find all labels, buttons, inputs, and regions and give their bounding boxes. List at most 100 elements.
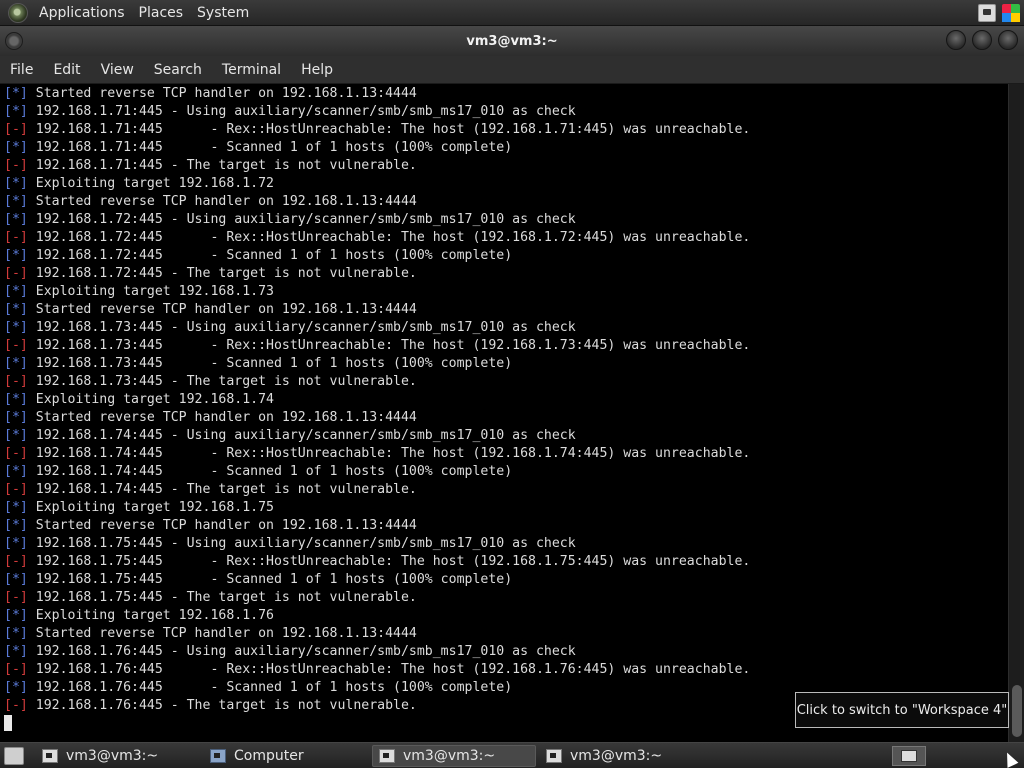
terminal-line-text: 192.168.1.75:445 - Rex::HostUnreachable:… [27, 554, 751, 569]
terminal-line: [*] 192.168.1.74:445 - Using auxiliary/s… [4, 427, 1008, 445]
terminal-line: [*] 192.168.1.73:445 - Scanned 1 of 1 ho… [4, 355, 1008, 373]
taskbar-button[interactable]: vm3@vm3:~ [36, 745, 200, 767]
terminal-line: [-] 192.168.1.72:445 - Rex::HostUnreacha… [4, 229, 1008, 247]
terminal-line-text: Started reverse TCP handler on 192.168.1… [27, 302, 417, 317]
applications-menu[interactable]: Applications [32, 0, 132, 26]
terminal-line: [-] 192.168.1.71:445 - Rex::HostUnreacha… [4, 121, 1008, 139]
window-controls [946, 30, 1018, 50]
terminal-line-text: Exploiting target 192.168.1.75 [27, 500, 274, 515]
terminal-line: [*] Exploiting target 192.168.1.75 [4, 499, 1008, 517]
menu-file[interactable]: File [0, 56, 43, 84]
terminal-line-text: Exploiting target 192.168.1.73 [27, 284, 274, 299]
distro-logo-icon[interactable] [8, 2, 28, 23]
terminal-output[interactable]: [*] Started reverse TCP handler on 192.1… [0, 84, 1008, 742]
window-titlebar[interactable]: vm3@vm3:~ [0, 26, 1024, 56]
info-marker: [*] [4, 428, 28, 443]
error-marker: [-] [4, 266, 28, 281]
taskbar-button-label: vm3@vm3:~ [403, 747, 496, 764]
info-marker: [*] [4, 176, 28, 191]
error-marker: [-] [4, 122, 28, 137]
terminal-line-text: 192.168.1.74:445 - Using auxiliary/scann… [27, 428, 576, 443]
error-marker: [-] [4, 698, 28, 713]
menu-edit[interactable]: Edit [43, 56, 90, 84]
terminal-line-text: 192.168.1.72:445 - Scanned 1 of 1 hosts … [27, 248, 513, 263]
terminal-line: [-] 192.168.1.75:445 - Rex::HostUnreacha… [4, 553, 1008, 571]
terminal-line-text: 192.168.1.76:445 - Scanned 1 of 1 hosts … [27, 680, 513, 695]
taskbar-button-label: vm3@vm3:~ [570, 747, 663, 764]
terminal-lines: [*] Started reverse TCP handler on 192.1… [4, 85, 1008, 715]
maximize-button[interactable] [972, 30, 992, 50]
terminal-line-text: 192.168.1.74:445 - Rex::HostUnreachable:… [27, 446, 751, 461]
window-menu-icon[interactable] [5, 32, 23, 50]
terminal-icon [42, 748, 58, 763]
terminal-line-text: Exploiting target 192.168.1.76 [27, 608, 274, 623]
info-marker: [*] [4, 86, 28, 101]
terminal-line: [*] Started reverse TCP handler on 192.1… [4, 301, 1008, 319]
bottom-panel: vm3@vm3:~ Computer vm3@vm3:~ vm3@vm3:~ [0, 742, 1024, 768]
terminal-line: [-] 192.168.1.71:445 - The target is not… [4, 157, 1008, 175]
error-marker: [-] [4, 590, 28, 605]
menu-terminal[interactable]: Terminal [212, 56, 291, 84]
system-menu[interactable]: System [190, 0, 256, 26]
workspace-switcher[interactable] [892, 746, 926, 766]
terminal-line: [*] 192.168.1.75:445 - Scanned 1 of 1 ho… [4, 571, 1008, 589]
terminal-line-text: 192.168.1.72:445 - Using auxiliary/scann… [27, 212, 576, 227]
terminal-line: [*] 192.168.1.73:445 - Using auxiliary/s… [4, 319, 1008, 337]
network-icon[interactable] [978, 4, 996, 22]
terminal-line: [*] Exploiting target 192.168.1.72 [4, 175, 1008, 193]
terminal-line-text: Started reverse TCP handler on 192.168.1… [27, 86, 417, 101]
terminal-line-text: 192.168.1.73:445 - Using auxiliary/scann… [27, 320, 576, 335]
minimize-button[interactable] [946, 30, 966, 50]
terminal-line: [*] 192.168.1.71:445 - Using auxiliary/s… [4, 103, 1008, 121]
terminal-line: [*] Started reverse TCP handler on 192.1… [4, 85, 1008, 103]
windows-flag-icon[interactable] [1002, 4, 1020, 22]
terminal-line-text: 192.168.1.76:445 - The target is not vul… [27, 698, 417, 713]
terminal-line: [*] Started reverse TCP handler on 192.1… [4, 193, 1008, 211]
taskbar-button-label: vm3@vm3:~ [66, 747, 159, 764]
error-marker: [-] [4, 482, 28, 497]
menu-view[interactable]: View [91, 56, 144, 84]
terminal-line-text: 192.168.1.74:445 - The target is not vul… [27, 482, 417, 497]
terminal-line: [-] 192.168.1.74:445 - The target is not… [4, 481, 1008, 499]
terminal-line-text: 192.168.1.71:445 - Scanned 1 of 1 hosts … [27, 140, 513, 155]
error-marker: [-] [4, 662, 28, 677]
terminal-line: [-] 192.168.1.75:445 - The target is not… [4, 589, 1008, 607]
info-marker: [*] [4, 104, 28, 119]
menu-help[interactable]: Help [291, 56, 343, 84]
terminal-line: [*] Exploiting target 192.168.1.76 [4, 607, 1008, 625]
terminal-line: [*] Started reverse TCP handler on 192.1… [4, 625, 1008, 643]
computer-icon [210, 748, 226, 763]
info-marker: [*] [4, 608, 28, 623]
info-marker: [*] [4, 392, 28, 407]
terminal-icon [379, 748, 395, 763]
terminal-scrollbar[interactable] [1008, 84, 1024, 742]
terminal-line-text: 192.168.1.72:445 - Rex::HostUnreachable:… [27, 230, 751, 245]
menu-search[interactable]: Search [144, 56, 212, 84]
terminal-line: [*] 192.168.1.72:445 - Using auxiliary/s… [4, 211, 1008, 229]
terminal-line-text: 192.168.1.73:445 - Rex::HostUnreachable:… [27, 338, 751, 353]
tooltip-text: Click to switch to "Workspace 4" [796, 702, 1008, 718]
info-marker: [*] [4, 302, 28, 317]
terminal-line-text: 192.168.1.75:445 - Scanned 1 of 1 hosts … [27, 572, 513, 587]
terminal-line: [-] 192.168.1.73:445 - Rex::HostUnreacha… [4, 337, 1008, 355]
taskbar-button[interactable]: vm3@vm3:~ [540, 745, 704, 767]
error-marker: [-] [4, 338, 28, 353]
info-marker: [*] [4, 518, 28, 533]
taskbar-button[interactable]: vm3@vm3:~ [372, 744, 536, 767]
workspace-icon[interactable] [901, 750, 917, 762]
terminal-line: [*] 192.168.1.71:445 - Scanned 1 of 1 ho… [4, 139, 1008, 157]
info-marker: [*] [4, 680, 28, 695]
error-marker: [-] [4, 554, 28, 569]
terminal-line-text: 192.168.1.71:445 - The target is not vul… [27, 158, 417, 173]
terminal-icon [546, 748, 562, 763]
terminal-line-text: Started reverse TCP handler on 192.168.1… [27, 194, 417, 209]
terminal-line: [-] 192.168.1.73:445 - The target is not… [4, 373, 1008, 391]
info-marker: [*] [4, 626, 28, 641]
close-button[interactable] [998, 30, 1018, 50]
taskbar-button[interactable]: Computer [204, 745, 368, 767]
scrollbar-thumb[interactable] [1012, 685, 1022, 737]
terminal-line: [*] 192.168.1.76:445 - Using auxiliary/s… [4, 643, 1008, 661]
show-desktop-icon[interactable] [4, 746, 24, 765]
info-marker: [*] [4, 248, 28, 263]
places-menu[interactable]: Places [132, 0, 191, 26]
